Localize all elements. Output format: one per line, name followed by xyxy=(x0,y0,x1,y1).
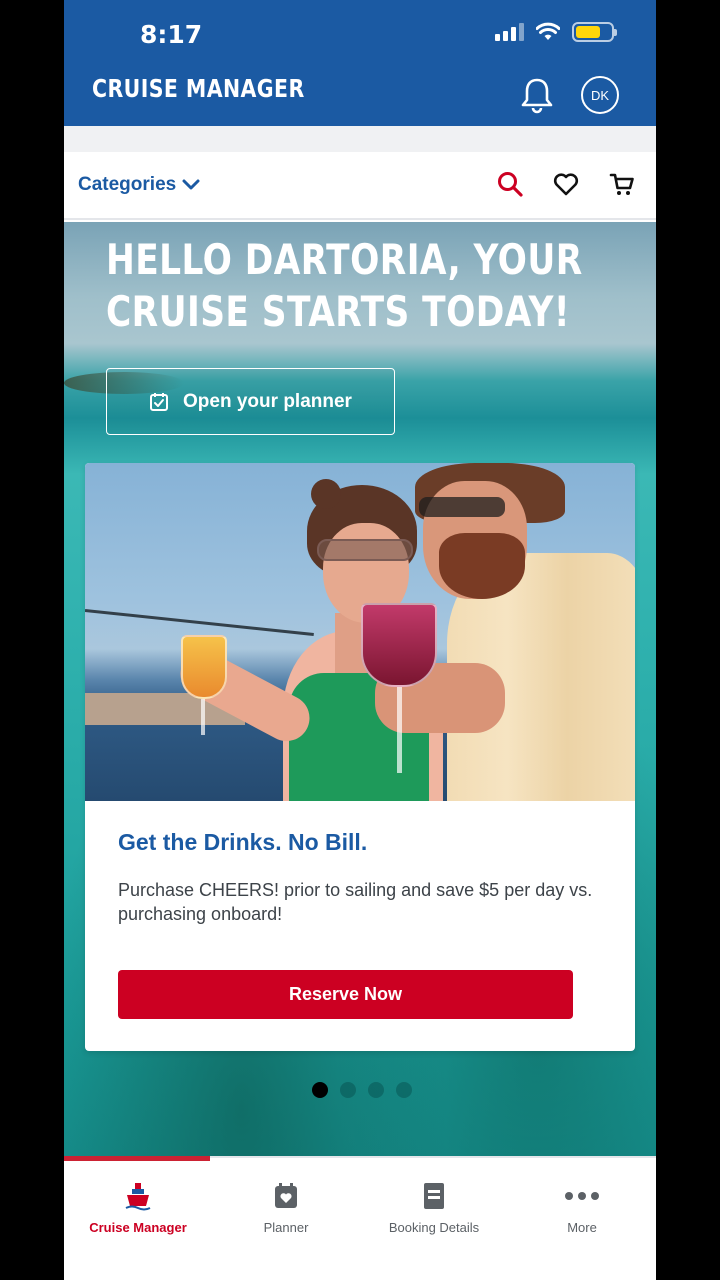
avatar[interactable]: DK xyxy=(581,76,619,114)
ship-rail xyxy=(85,609,314,637)
wifi-icon xyxy=(536,22,560,40)
tab-more[interactable]: More xyxy=(508,1180,656,1235)
carousel-dot[interactable] xyxy=(368,1082,384,1098)
reserve-now-button[interactable]: Reserve Now xyxy=(118,970,573,1019)
tab-planner[interactable]: Planner xyxy=(212,1180,360,1235)
shop-navbar: Categories xyxy=(64,152,656,220)
hero-section: HELLO DARTORIA, YOUR CRUISE STARTS TODAY… xyxy=(64,222,656,1156)
ship-icon xyxy=(125,1183,151,1211)
bottom-tab-bar: Cruise Manager Planner Booking Details M… xyxy=(64,1156,656,1280)
carousel-dot[interactable] xyxy=(312,1082,328,1098)
promo-photo xyxy=(85,463,635,801)
calendar-heart-icon xyxy=(275,1183,297,1208)
heart-icon[interactable] xyxy=(552,170,580,198)
photo-man-glasses xyxy=(419,497,505,517)
app-screen: 8:17 CRUISE MANAGER DK Categories HELLO … xyxy=(64,0,656,1280)
avatar-initials: DK xyxy=(590,87,610,103)
status-time: 8:17 xyxy=(140,20,203,49)
photo-woman-bun xyxy=(311,479,341,509)
carousel-pagination xyxy=(312,1082,412,1098)
active-tab-indicator xyxy=(64,1156,210,1161)
signal-icon xyxy=(495,23,524,41)
battery-icon xyxy=(572,22,617,42)
tab-booking-details-label: Booking Details xyxy=(388,1220,480,1235)
tab-more-label: More xyxy=(567,1220,597,1235)
status-icons xyxy=(495,22,617,42)
photo-wine-glass xyxy=(361,603,437,687)
open-planner-label: Open your planner xyxy=(183,390,352,412)
tab-planner-label: Planner xyxy=(263,1220,309,1235)
hero-greeting: HELLO DARTORIA, YOUR CRUISE STARTS TODAY… xyxy=(106,235,583,336)
promo-description: Purchase CHEERS! prior to sailing and sa… xyxy=(118,880,593,924)
chevron-down-icon xyxy=(182,179,200,190)
tab-cruise-manager[interactable]: Cruise Manager xyxy=(64,1180,212,1235)
promo-card[interactable]: Get the Drinks. No Bill. Purchase CHEERS… xyxy=(85,463,635,1051)
checkbox-calendar-icon xyxy=(150,392,169,411)
bell-icon[interactable] xyxy=(518,76,556,114)
photo-woman-glasses xyxy=(317,539,413,561)
photo-man-beard xyxy=(439,533,525,599)
promo-body: Get the Drinks. No Bill. Purchase CHEERS… xyxy=(85,801,635,1019)
app-title: CRUISE MANAGER xyxy=(92,74,305,103)
cart-icon[interactable] xyxy=(608,170,636,198)
tab-cruise-manager-label: Cruise Manager xyxy=(89,1220,187,1235)
open-planner-button[interactable]: Open your planner xyxy=(106,368,395,435)
carousel-dot[interactable] xyxy=(340,1082,356,1098)
tab-booking-details[interactable]: Booking Details xyxy=(360,1180,508,1235)
photo-cocktail-glass xyxy=(181,635,227,699)
photo-wine-stem xyxy=(397,687,402,773)
promo-title: Get the Drinks. No Bill. xyxy=(118,829,368,855)
categories-dropdown[interactable]: Categories xyxy=(78,174,200,196)
search-icon[interactable] xyxy=(496,170,524,198)
carousel-dot[interactable] xyxy=(396,1082,412,1098)
document-icon xyxy=(424,1183,444,1209)
more-dots-icon xyxy=(565,1192,599,1200)
shop-actions xyxy=(496,170,636,198)
header-divider xyxy=(64,126,656,152)
categories-label: Categories xyxy=(78,174,177,195)
photo-cocktail-stem xyxy=(201,699,205,735)
app-header: 8:17 CRUISE MANAGER DK xyxy=(64,0,656,126)
